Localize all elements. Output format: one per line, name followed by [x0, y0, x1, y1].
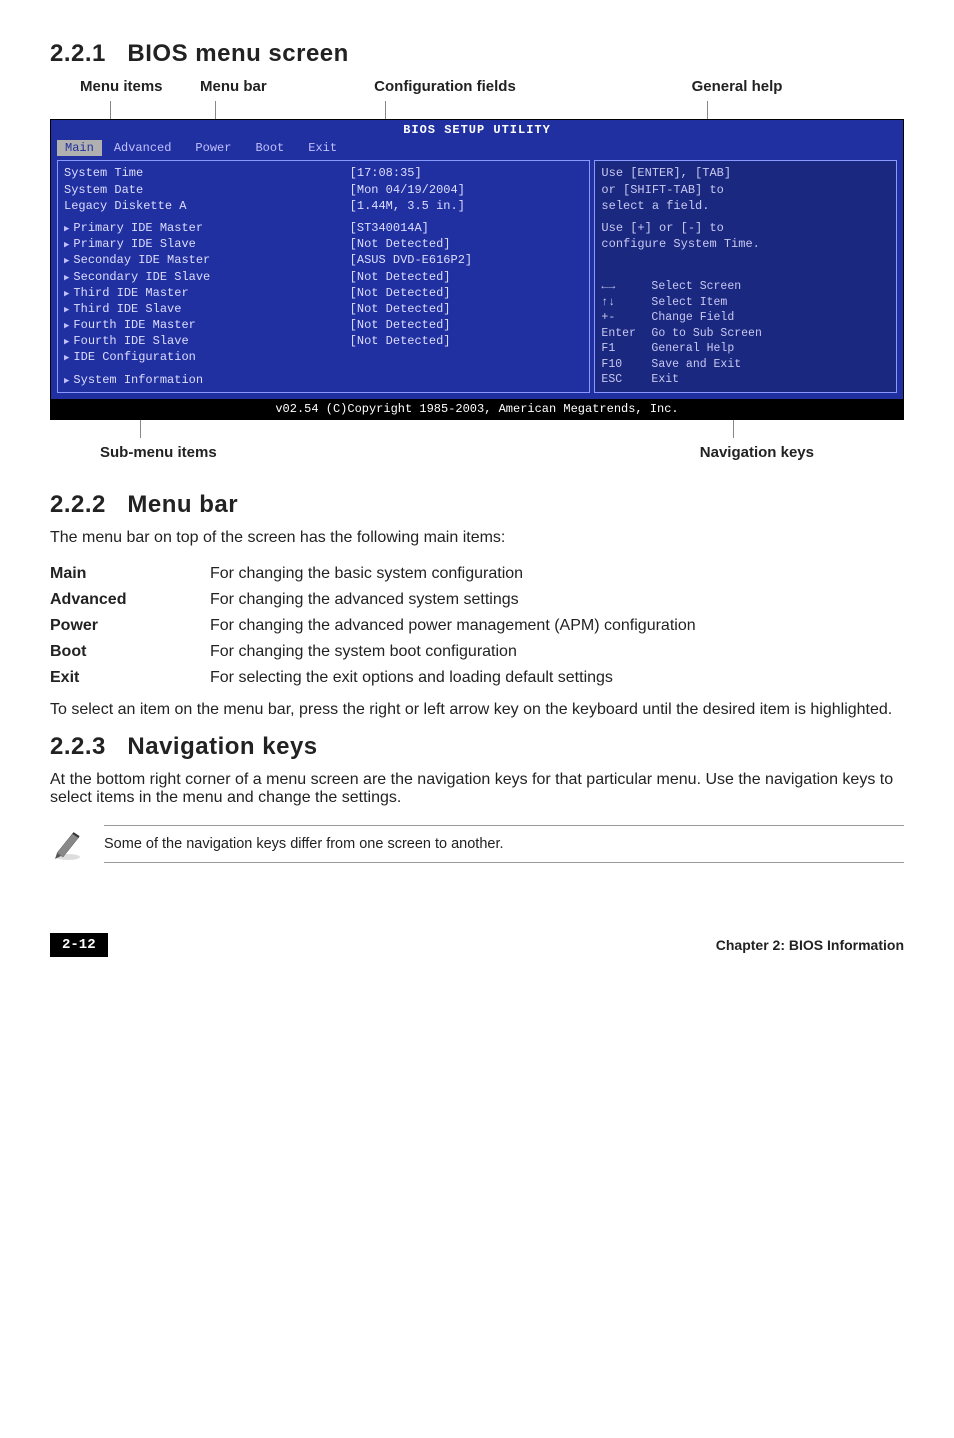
bios-nav-keys: ←→Select Screen ↑↓Select Item +-Change F… [601, 279, 890, 388]
bios-submenu-item: IDE Configuration [64, 349, 350, 365]
bios-field-value: [Mon 04/19/2004] [350, 182, 584, 198]
bios-menu-advanced: Advanced [102, 140, 184, 156]
nav-key: F10 [601, 357, 651, 373]
bios-footer: v02.54 (C)Copyright 1985-2003, American … [51, 399, 903, 419]
def-key: Boot [50, 639, 210, 665]
nav-body: At the bottom right corner of a menu scr… [50, 771, 904, 807]
nav-key: ←→ [601, 279, 651, 295]
bios-left-pane: System Time[17:08:35] System Date[Mon 04… [57, 160, 590, 392]
nav-key-desc: General Help [651, 341, 890, 357]
nav-key: ↑↓ [601, 295, 651, 311]
nav-key-desc: Exit [651, 372, 890, 388]
bios-field-value: [17:08:35] [350, 165, 584, 181]
help-line: Use [ENTER], [TAB] [601, 165, 890, 181]
bios-help-text: Use [ENTER], [TAB] or [SHIFT-TAB] to sel… [601, 165, 890, 252]
label-configuration-fields: Configuration fields [320, 78, 570, 95]
help-line: select a field. [601, 198, 890, 214]
bios-submenu-item: System Information [64, 372, 350, 388]
section-heading-222: 2.2.2 Menu bar [50, 491, 904, 519]
def-key: Power [50, 613, 210, 639]
bios-menu-exit: Exit [296, 140, 349, 156]
nav-key: +- [601, 310, 651, 326]
bios-screenshot: BIOS SETUP UTILITY Main Advanced Power B… [50, 119, 904, 420]
help-line: configure System Time. [601, 236, 890, 252]
chapter-label: Chapter 2: BIOS Information [716, 937, 904, 953]
bios-submenu-item: Primary IDE Slave [64, 236, 350, 252]
bios-diagram: Menu items Menu bar Configuration fields… [50, 78, 904, 461]
section-title: Menu bar [127, 491, 238, 518]
section-title: Navigation keys [127, 733, 317, 760]
section-heading-221: 2.2.1 BIOS menu screen [50, 40, 904, 68]
label-general-help: General help [570, 78, 904, 95]
bios-field-value: [Not Detected] [350, 236, 584, 252]
label-menu-bar: Menu bar [200, 78, 320, 95]
bios-title: BIOS SETUP UTILITY [51, 120, 903, 140]
bios-help-pane: Use [ENTER], [TAB] or [SHIFT-TAB] to sel… [594, 160, 897, 392]
bios-field-value: [Not Detected] [350, 317, 584, 333]
menu-definitions-table: MainFor changing the basic system config… [50, 561, 904, 691]
bios-field-value: [1.44M, 3.5 in.] [350, 198, 584, 214]
nav-key-desc: Select Item [651, 295, 890, 311]
nav-key-desc: Save and Exit [651, 357, 890, 373]
nav-key: F1 [601, 341, 651, 357]
def-key: Main [50, 561, 210, 587]
bios-menu-power: Power [183, 140, 243, 156]
bios-menu-boot: Boot [243, 140, 296, 156]
bios-field-label: System Date [64, 182, 350, 198]
bios-field-label: System Time [64, 165, 350, 181]
bios-menubar: Main Advanced Power Boot Exit [51, 140, 903, 160]
bios-submenu-item: Seconday IDE Master [64, 252, 350, 268]
section-num: 2.2.1 [50, 40, 106, 67]
help-line: Use [+] or [-] to [601, 220, 890, 236]
def-value: For changing the basic system configurat… [210, 561, 904, 587]
bios-field-value: [ASUS DVD-E616P2] [350, 252, 584, 268]
label-menu-items: Menu items [50, 78, 200, 95]
diagram-top-labels: Menu items Menu bar Configuration fields… [50, 78, 904, 95]
pencil-icon [50, 826, 86, 862]
bios-submenu-item: Third IDE Master [64, 285, 350, 301]
note-text: Some of the navigation keys differ from … [104, 825, 904, 863]
section-num: 2.2.3 [50, 733, 106, 760]
page-number: 2-12 [50, 933, 108, 957]
nav-key: ESC [601, 372, 651, 388]
note-box: Some of the navigation keys differ from … [50, 825, 904, 863]
bios-field-value: [Not Detected] [350, 301, 584, 317]
label-navigation-keys: Navigation keys [700, 444, 904, 461]
bios-menu-main: Main [57, 140, 102, 156]
help-line: or [SHIFT-TAB] to [601, 182, 890, 198]
pointer-lines-bottom [50, 420, 904, 438]
nav-key-desc: Select Screen [651, 279, 890, 295]
def-key: Advanced [50, 587, 210, 613]
nav-key-desc: Change Field [651, 310, 890, 326]
pointer-lines [50, 101, 904, 119]
bios-field-value: [ST340014A] [350, 220, 584, 236]
def-value: For changing the advanced power manageme… [210, 613, 904, 639]
menubar-outro: To select an item on the menu bar, press… [50, 701, 904, 719]
def-value: For selecting the exit options and loadi… [210, 665, 904, 691]
def-value: For changing the advanced system setting… [210, 587, 904, 613]
diagram-bottom-labels: Sub-menu items Navigation keys [50, 444, 904, 461]
section-heading-223: 2.2.3 Navigation keys [50, 733, 904, 761]
bios-submenu-item: Fourth IDE Slave [64, 333, 350, 349]
bios-submenu-item: Third IDE Slave [64, 301, 350, 317]
bios-field-value [350, 349, 584, 365]
nav-key: Enter [601, 326, 651, 342]
bios-field-value: [Not Detected] [350, 269, 584, 285]
bios-submenu-item: Primary IDE Master [64, 220, 350, 236]
bios-submenu-item: Secondary IDE Slave [64, 269, 350, 285]
page-footer: 2-12 Chapter 2: BIOS Information [50, 933, 904, 957]
def-key: Exit [50, 665, 210, 691]
label-sub-menu-items: Sub-menu items [50, 444, 217, 461]
bios-field-value: [Not Detected] [350, 333, 584, 349]
section-num: 2.2.2 [50, 491, 106, 518]
bios-field-label: Legacy Diskette A [64, 198, 350, 214]
menubar-intro: The menu bar on top of the screen has th… [50, 529, 904, 547]
section-title: BIOS menu screen [127, 40, 348, 67]
nav-key-desc: Go to Sub Screen [651, 326, 890, 342]
bios-field-value: [Not Detected] [350, 285, 584, 301]
bios-submenu-item: Fourth IDE Master [64, 317, 350, 333]
def-value: For changing the system boot configurati… [210, 639, 904, 665]
